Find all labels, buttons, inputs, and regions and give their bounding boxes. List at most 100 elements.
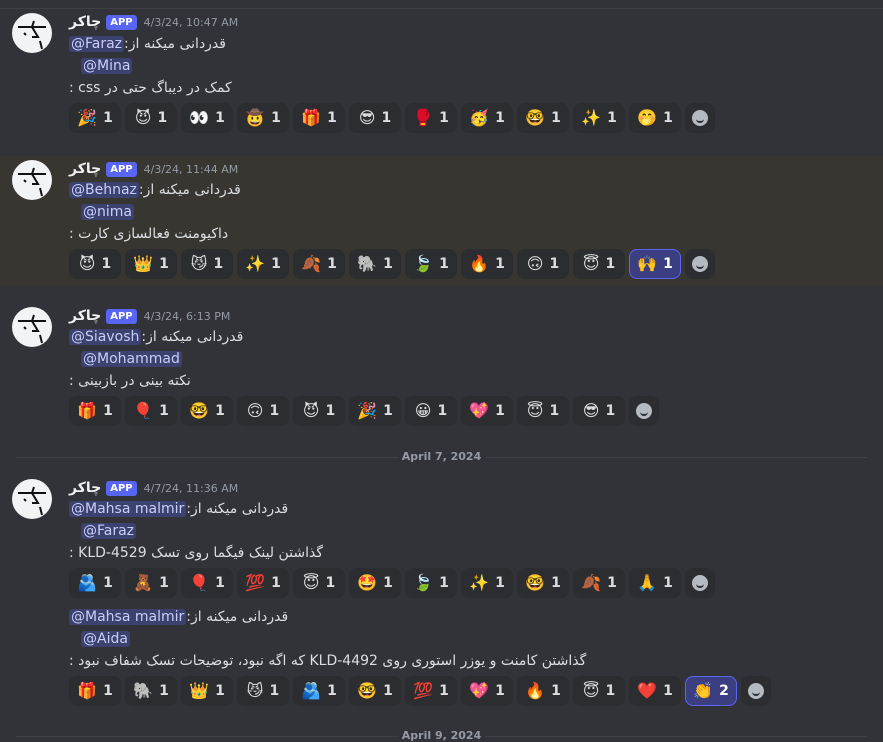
reaction-button[interactable]: 💖 1 [461, 676, 513, 706]
reaction-button[interactable]: 🎁 1 [293, 103, 345, 133]
reaction-count: 1 [213, 256, 224, 272]
reaction-button[interactable]: 🤓 1 [517, 103, 569, 133]
reaction-button[interactable]: 👏 2 [685, 676, 737, 706]
reaction-button[interactable]: 🤭 1 [629, 103, 681, 133]
reaction-count: 1 [103, 575, 113, 591]
smile-icon [692, 256, 708, 272]
reaction-button[interactable]: 🫂 1 [69, 568, 121, 598]
reaction-button[interactable]: 🍃 1 [405, 568, 457, 598]
reaction-button[interactable]: 🙌 1 [629, 249, 681, 279]
reaction-button[interactable]: 😼 1 [181, 249, 233, 279]
message-header: چاکر APP 4/7/24, 11:36 AM [69, 479, 238, 497]
reaction-button[interactable]: 🍃 1 [405, 249, 457, 279]
mention-from[interactable]: @Mahsa malmir [69, 501, 187, 517]
reaction-button[interactable]: 💯 1 [237, 568, 289, 598]
avatar[interactable] [12, 479, 52, 519]
reaction-button[interactable]: 👀 1 [181, 103, 233, 133]
reaction-button[interactable]: 🙏 1 [629, 568, 681, 598]
reaction-button[interactable]: 😈 1 [293, 396, 345, 426]
reaction-emoji-icon: 🔥 [525, 681, 546, 700]
timestamp[interactable]: 4/7/24, 11:36 AM [144, 482, 239, 495]
mention-from[interactable]: @Siavosh [69, 329, 142, 345]
reaction-emoji-icon: 🤓 [525, 108, 546, 127]
add-reaction-button[interactable] [685, 249, 715, 279]
avatar[interactable] [12, 13, 52, 53]
reaction-button[interactable]: 🫂 1 [293, 676, 345, 706]
reaction-button[interactable]: 🎉 1 [69, 103, 121, 133]
recipient-line: @nima [81, 202, 134, 222]
reaction-button[interactable]: 🎈 1 [125, 396, 177, 426]
reaction-count: 1 [549, 256, 560, 272]
reaction-button[interactable]: 🤩 1 [349, 568, 401, 598]
reaction-count: 1 [551, 110, 561, 126]
reaction-button[interactable]: 🤓 1 [349, 676, 401, 706]
mention-to[interactable]: @Mina [81, 58, 133, 74]
reaction-button[interactable]: 🙃 1 [237, 396, 289, 426]
author-name[interactable]: چاکر [69, 161, 101, 177]
mention-from[interactable]: @Behnaz [69, 182, 139, 198]
reaction-button[interactable]: 🥊 1 [405, 103, 457, 133]
reaction-button[interactable]: 🔥 1 [517, 676, 569, 706]
reaction-count: 1 [495, 403, 505, 419]
reaction-button[interactable]: 💖 1 [461, 396, 513, 426]
avatar[interactable] [12, 160, 52, 200]
reaction-button[interactable]: 😇 1 [573, 249, 625, 279]
reaction-button[interactable]: 😈 1 [125, 103, 177, 133]
reaction-button[interactable]: 🍂 1 [573, 568, 625, 598]
reaction-button[interactable]: ✨ 1 [573, 103, 625, 133]
top-separator [0, 8, 883, 9]
reaction-button[interactable]: 🥳 1 [461, 103, 513, 133]
reaction-button[interactable]: 🎈 1 [181, 568, 233, 598]
reaction-button[interactable]: 🤠 1 [237, 103, 289, 133]
reaction-count: 1 [663, 256, 673, 272]
timestamp[interactable]: 4/3/24, 6:13 PM [144, 310, 231, 323]
reaction-bar: 🎁 1 🎈 1 🤓 1 🙃 1 😈 1 🎉 1 😀 1 💖 1 😇 1 😎 1 [69, 396, 659, 426]
mention-to[interactable]: @nima [81, 204, 134, 220]
avatar[interactable] [12, 307, 52, 347]
reaction-button[interactable]: 🎁 1 [69, 396, 121, 426]
reaction-emoji-icon: 👏 [693, 681, 714, 700]
reaction-button[interactable]: 👑 1 [125, 249, 177, 279]
timestamp[interactable]: 4/3/24, 10:47 AM [144, 16, 239, 29]
reaction-button[interactable]: 🙃 1 [517, 249, 569, 279]
mention-to[interactable]: @Faraz [81, 523, 137, 539]
message: چاکر APP 4/3/24, 10:47 AM قدردانی میکنه … [0, 10, 883, 146]
mention-to[interactable]: @Mohammad [81, 351, 182, 367]
reaction-button[interactable]: 🐘 1 [125, 676, 177, 706]
add-reaction-button[interactable] [741, 676, 771, 706]
mention-to[interactable]: @Aida [81, 631, 130, 647]
reaction-button[interactable]: 😼 1 [237, 676, 289, 706]
reaction-button[interactable]: 🎁 1 [69, 676, 121, 706]
reaction-button[interactable]: 🤓 1 [181, 396, 233, 426]
reaction-button[interactable]: 🤓 1 [517, 568, 569, 598]
add-reaction-button[interactable] [685, 568, 715, 598]
add-reaction-button[interactable] [685, 103, 715, 133]
reaction-button[interactable]: 💯 1 [405, 676, 457, 706]
mention-from[interactable]: @Faraz [69, 36, 125, 52]
reaction-button[interactable]: 😎 1 [573, 396, 625, 426]
reaction-button[interactable]: 😎 1 [349, 103, 401, 133]
reaction-button[interactable]: 😈 1 [69, 249, 121, 279]
reaction-button[interactable]: 🐘 1 [349, 249, 401, 279]
reaction-button[interactable]: 🍂 1 [293, 249, 345, 279]
reaction-button[interactable]: 🔥 1 [461, 249, 513, 279]
reaction-button[interactable]: 👑 1 [181, 676, 233, 706]
reaction-button[interactable]: 😇 1 [517, 396, 569, 426]
add-reaction-button[interactable] [629, 396, 659, 426]
author-name[interactable]: چاکر [69, 308, 101, 324]
author-name[interactable]: چاکر [69, 480, 101, 496]
reaction-emoji-icon: 😇 [526, 401, 544, 420]
reaction-emoji-icon: 🙃 [526, 254, 544, 273]
reaction-button[interactable]: ❤️ 1 [629, 676, 681, 706]
reaction-button[interactable]: 😇 1 [293, 568, 345, 598]
reaction-button[interactable]: 😇 1 [573, 676, 625, 706]
author-name[interactable]: چاکر [69, 14, 101, 30]
reaction-emoji-icon: 🎁 [77, 401, 98, 420]
reaction-button[interactable]: 😀 1 [405, 396, 457, 426]
reaction-button[interactable]: ✨ 1 [461, 568, 513, 598]
reaction-button[interactable]: 🎉 1 [349, 396, 401, 426]
reaction-button[interactable]: ✨ 1 [237, 249, 289, 279]
reaction-button[interactable]: 🧸 1 [125, 568, 177, 598]
timestamp[interactable]: 4/3/24, 11:44 AM [144, 163, 239, 176]
mention-from[interactable]: @Mahsa malmir [69, 609, 187, 625]
